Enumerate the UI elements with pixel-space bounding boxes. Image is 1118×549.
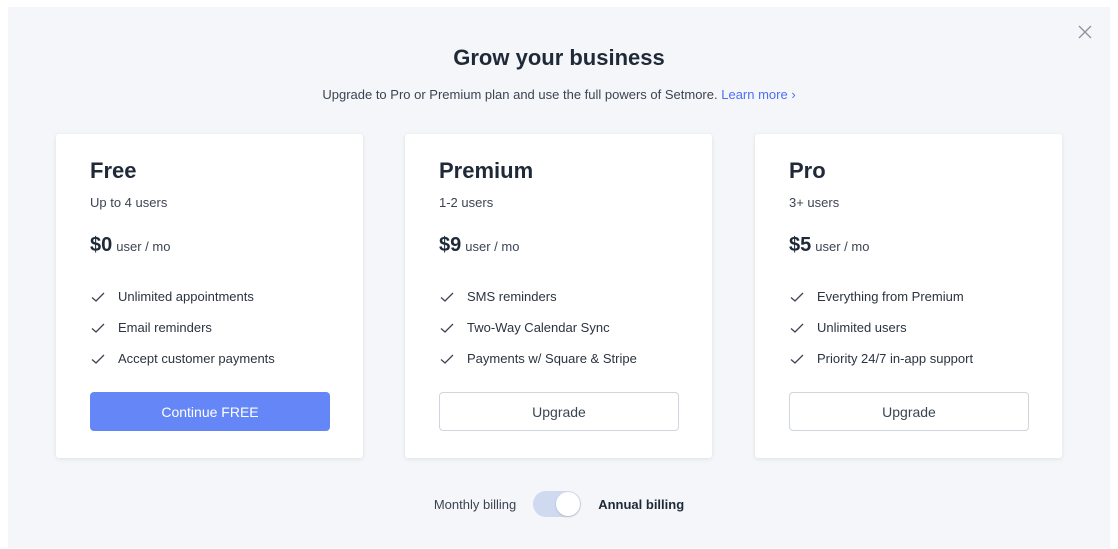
check-icon bbox=[790, 323, 804, 333]
check-icon bbox=[440, 354, 454, 364]
monthly-billing-label[interactable]: Monthly billing bbox=[434, 497, 516, 512]
check-icon bbox=[91, 323, 105, 333]
upgrade-premium-button[interactable]: Upgrade bbox=[439, 392, 679, 431]
check-icon bbox=[440, 292, 454, 302]
feature-label: Payments w/ Square & Stripe bbox=[467, 351, 637, 366]
plan-price: $0 user / mo bbox=[90, 234, 170, 257]
plan-users: Up to 4 users bbox=[90, 195, 168, 210]
feature-label: Priority 24/7 in-app support bbox=[817, 351, 974, 366]
feature-item: Everything from Premium bbox=[789, 281, 973, 312]
modal-subtitle: Upgrade to Pro or Premium plan and use t… bbox=[8, 87, 1110, 102]
check-icon bbox=[440, 323, 454, 333]
price-unit: user / mo bbox=[116, 239, 171, 254]
feature-label: Unlimited users bbox=[817, 320, 907, 335]
annual-billing-label[interactable]: Annual billing bbox=[598, 497, 684, 512]
close-button[interactable] bbox=[1074, 21, 1096, 43]
feature-label: Accept customer payments bbox=[118, 351, 275, 366]
feature-item: Unlimited users bbox=[789, 312, 973, 343]
feature-list: Everything from Premium Unlimited users … bbox=[789, 281, 973, 374]
billing-toggle-row: Monthly billing Annual billing bbox=[8, 491, 1110, 517]
check-icon bbox=[790, 354, 804, 364]
upgrade-modal: Grow your business Upgrade to Pro or Pre… bbox=[8, 7, 1110, 548]
toggle-knob bbox=[556, 492, 581, 516]
feature-item: Payments w/ Square & Stripe bbox=[439, 343, 637, 374]
plan-name: Premium bbox=[439, 158, 534, 183]
subtitle-text: Upgrade to Pro or Premium plan and use t… bbox=[322, 87, 718, 102]
feature-item: Accept customer payments bbox=[90, 343, 275, 374]
close-icon bbox=[1078, 25, 1092, 39]
plan-users: 1-2 users bbox=[439, 195, 494, 210]
billing-toggle[interactable] bbox=[533, 491, 582, 517]
plan-card-pro: Pro 3+ users $5 user / mo Everything fro… bbox=[755, 134, 1062, 458]
feature-list: Unlimited appointments Email reminders A… bbox=[90, 281, 275, 374]
plan-name: Free bbox=[90, 158, 137, 183]
feature-item: Email reminders bbox=[90, 312, 275, 343]
price-amount: $0 bbox=[90, 234, 113, 256]
modal-title: Grow your business bbox=[453, 45, 665, 70]
price-unit: user / mo bbox=[815, 239, 870, 254]
plan-name: Pro bbox=[789, 158, 826, 183]
check-icon bbox=[91, 354, 105, 364]
learn-more-link[interactable]: Learn more › bbox=[721, 87, 795, 102]
feature-label: Unlimited appointments bbox=[118, 289, 254, 304]
plan-users: 3+ users bbox=[789, 195, 840, 210]
plan-card-premium: Premium 1-2 users $9 user / mo SMS remin… bbox=[405, 134, 712, 458]
feature-list: SMS reminders Two-Way Calendar Sync Paym… bbox=[439, 281, 637, 374]
plan-card-free: Free Up to 4 users $0 user / mo Unlimite… bbox=[56, 134, 363, 458]
price-amount: $5 bbox=[789, 234, 812, 256]
plan-price: $5 user / mo bbox=[789, 234, 869, 257]
upgrade-pro-button[interactable]: Upgrade bbox=[789, 392, 1029, 431]
feature-item: Two-Way Calendar Sync bbox=[439, 312, 637, 343]
feature-label: Two-Way Calendar Sync bbox=[467, 320, 610, 335]
feature-item: SMS reminders bbox=[439, 281, 637, 312]
check-icon bbox=[790, 292, 804, 302]
feature-label: Everything from Premium bbox=[817, 289, 964, 304]
price-unit: user / mo bbox=[465, 239, 520, 254]
feature-label: SMS reminders bbox=[467, 289, 557, 304]
feature-label: Email reminders bbox=[118, 320, 212, 335]
plan-price: $9 user / mo bbox=[439, 234, 519, 257]
price-amount: $9 bbox=[439, 234, 462, 256]
feature-item: Unlimited appointments bbox=[90, 281, 275, 312]
feature-item: Priority 24/7 in-app support bbox=[789, 343, 973, 374]
continue-free-button[interactable]: Continue FREE bbox=[90, 392, 330, 431]
check-icon bbox=[91, 292, 105, 302]
